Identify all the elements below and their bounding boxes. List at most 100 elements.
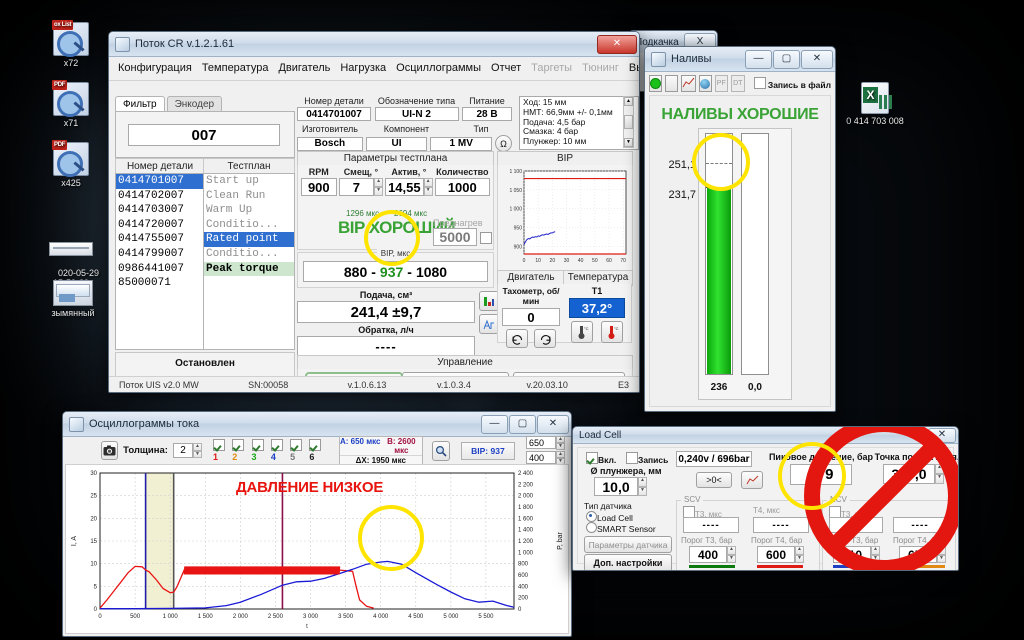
channel-2-checkbox[interactable]: 2 [232, 439, 246, 462]
extra-settings-button[interactable]: Доп. настройки [584, 554, 672, 570]
enabled-checkbox[interactable]: Вкл. [586, 452, 616, 465]
param-value-quantity[interactable]: 1000 [434, 178, 490, 196]
scroll-thumb[interactable] [624, 115, 633, 129]
list-item[interactable]: 0414720007 [116, 218, 204, 233]
range-top-stepper[interactable]: ▲ ▼ [555, 436, 565, 450]
info-circle-icon[interactable]: Ω [495, 135, 512, 152]
thickness-stepper[interactable]: ▲ ▼ [192, 443, 202, 458]
plunger-diameter-field[interactable]: 10,0 ▲ ▼ [594, 477, 647, 496]
active-stepper[interactable]: ▲ ▼ [423, 178, 433, 196]
testplan-list[interactable]: Start up Clean Run Warm Up Conditio... R… [203, 173, 295, 350]
window-potok-cr[interactable]: Поток CR v.1.2.1.61 ✕ Конфигурация Темпе… [108, 31, 640, 393]
thermometer-cold-icon[interactable]: °C [571, 321, 593, 343]
info-scrollbar[interactable]: ▲ ▼ [623, 96, 634, 148]
tab-filter[interactable]: Фильтр [115, 96, 165, 112]
globe-icon[interactable] [698, 75, 712, 92]
list-item[interactable]: Warm Up [204, 203, 294, 218]
channel-1-checkbox[interactable]: 1 [212, 439, 227, 462]
channel-4-checkbox[interactable]: 4 [270, 439, 285, 462]
oscillo-plot-area[interactable]: 0 500 1 000 1 500 2 000 2 500 3 000 3 500 4 000 4… [65, 464, 569, 634]
menu-temperatura[interactable]: Температура [197, 60, 274, 76]
list-item[interactable]: Rated point [204, 232, 294, 247]
list-item[interactable]: Clean Run [204, 189, 294, 204]
desktop-icon-excel[interactable]: 0 414 703 008 [830, 82, 920, 126]
channel-5-checkbox[interactable]: 5 [290, 439, 304, 462]
menu-oscillogrammy[interactable]: Осциллограммы [391, 60, 486, 76]
signal-icon[interactable] [479, 314, 499, 334]
radio-button[interactable] [586, 511, 597, 522]
menu-konfiguraciya[interactable]: Конфигурация [113, 60, 197, 76]
desktop-icon-screenshot-2[interactable]: зымянный [36, 280, 110, 318]
tab-encoder[interactable]: Энкодер [166, 96, 223, 112]
menu-nagruzka[interactable]: Нагрузка [335, 60, 391, 76]
zoom-icon[interactable] [431, 440, 450, 461]
scv-t3-stepper[interactable]: ▲ ▼ [727, 546, 736, 563]
desktop-icon-x72[interactable]: ox List x72 [40, 20, 102, 68]
scv-t4-threshold-field[interactable]: 600 ▲ ▼ [757, 546, 804, 563]
dt-button[interactable]: DT [731, 75, 745, 92]
minimize-icon[interactable]: — [481, 414, 508, 434]
list-item[interactable]: 0414703007 [116, 203, 204, 218]
rotate-cw-icon[interactable] [534, 329, 556, 348]
list-item[interactable]: Start up [204, 174, 294, 189]
list-item[interactable]: 0414755007 [116, 232, 204, 247]
nalivy-window-buttons[interactable]: — ▢ ✕ [745, 49, 833, 69]
oscillo-titlebar[interactable]: Осциллограммы тока — ▢ ✕ [63, 412, 571, 437]
scroll-up-icon[interactable]: ▲ [624, 97, 633, 106]
preheat-value[interactable]: 5000 [433, 228, 477, 246]
preheat-checkbox[interactable] [480, 232, 492, 246]
part-number-list[interactable]: 0414701007 0414702007 0414703007 0414720… [115, 173, 204, 350]
record-to-file-checkbox[interactable]: Запись в файл [753, 77, 831, 90]
info-textbox[interactable]: Ход: 15 мм НМТ: 66,9мм +/- 0,1мм Подача:… [519, 96, 639, 150]
offset-stepper[interactable]: ▲ ▼ [374, 178, 384, 196]
sensor-option-smart[interactable]: SMART Sensor [586, 522, 656, 534]
camera-icon[interactable] [101, 441, 119, 460]
channel-3-checkbox[interactable]: 3 [251, 439, 266, 462]
chart-icon[interactable] [741, 471, 763, 489]
scv-t4-stepper[interactable]: ▲ ▼ [795, 546, 804, 563]
plunger-diameter-stepper[interactable]: ▲ ▼ [638, 477, 647, 496]
filter-value-input[interactable]: 007 [128, 124, 280, 146]
list-item[interactable]: 0414799007 [116, 247, 204, 262]
status-led-icon[interactable] [649, 75, 662, 92]
close-icon[interactable]: ✕ [537, 414, 569, 434]
scroll-down-icon[interactable]: ▼ [624, 138, 633, 147]
close-icon[interactable]: ✕ [801, 49, 833, 69]
list-item[interactable]: 0414701007 [116, 174, 204, 189]
scv-t3-threshold-value[interactable]: 400 [689, 546, 727, 563]
scv-t3-threshold-field[interactable]: 400 ▲ ▼ [689, 546, 736, 563]
maximize-icon[interactable]: ▢ [509, 414, 536, 434]
param-value-rpm[interactable]: 900 [301, 178, 337, 196]
potok-titlebar[interactable]: Поток CR v.1.2.1.61 ✕ [109, 32, 639, 57]
window-oscillograms[interactable]: Осциллограммы тока — ▢ ✕ Толщина: 2 ▲ ▼ 1… [62, 411, 572, 637]
param-value-offset[interactable]: 7 [338, 178, 375, 196]
list-item[interactable]: 0414702007 [116, 189, 204, 204]
list-item[interactable]: Conditio... [204, 247, 294, 262]
minimize-icon[interactable]: — [745, 49, 772, 69]
checkbox-box[interactable] [753, 77, 766, 89]
thermometer-hot-icon[interactable]: °C [601, 321, 623, 343]
potok-window-buttons[interactable]: ✕ [597, 34, 637, 54]
plunger-diameter-value[interactable]: 10,0 [594, 477, 638, 496]
oscillo-window-buttons[interactable]: — ▢ ✕ [481, 414, 569, 434]
list-item[interactable]: Peak torque [204, 261, 294, 277]
table-icon[interactable] [665, 75, 678, 92]
range-bottom-value[interactable]: 400 [525, 451, 556, 464]
desktop-icon-x71[interactable]: PDF x71 [40, 80, 102, 128]
graph-icon[interactable] [680, 75, 696, 92]
range-top-value[interactable]: 650 [525, 436, 556, 449]
menu-dvigatel[interactable]: Двигатель [273, 60, 335, 76]
record-checkbox[interactable]: Запись [626, 452, 668, 465]
list-item[interactable]: 0986441007 [116, 262, 204, 277]
potok-menubar[interactable]: Конфигурация Температура Двигатель Нагру… [109, 57, 639, 81]
filter-tabs[interactable]: Фильтр Энкодер [115, 96, 293, 112]
window-load-cell[interactable]: Load Cell ✕ Вкл. Запись Ø плунжера, мм 1… [572, 426, 959, 571]
param-value-active[interactable]: 14,55 [385, 178, 424, 196]
zero-button[interactable]: >0< [696, 472, 732, 488]
menu-vybor-rezhima[interactable]: Выбор режима [624, 60, 639, 76]
oscillo-toolbar[interactable]: Толщина: 2 ▲ ▼ 1 2 3 4 5 6 A: 650 мкс B: … [63, 435, 571, 466]
channel-6-checkbox[interactable]: 6 [309, 439, 323, 462]
sensor-params-button[interactable]: Параметры датчика [584, 536, 672, 553]
list-item[interactable]: 85000071 [116, 276, 204, 291]
window-nalivy[interactable]: Наливы — ▢ ✕ PF DT Запись в файл НАЛИВЫ … [644, 46, 836, 412]
